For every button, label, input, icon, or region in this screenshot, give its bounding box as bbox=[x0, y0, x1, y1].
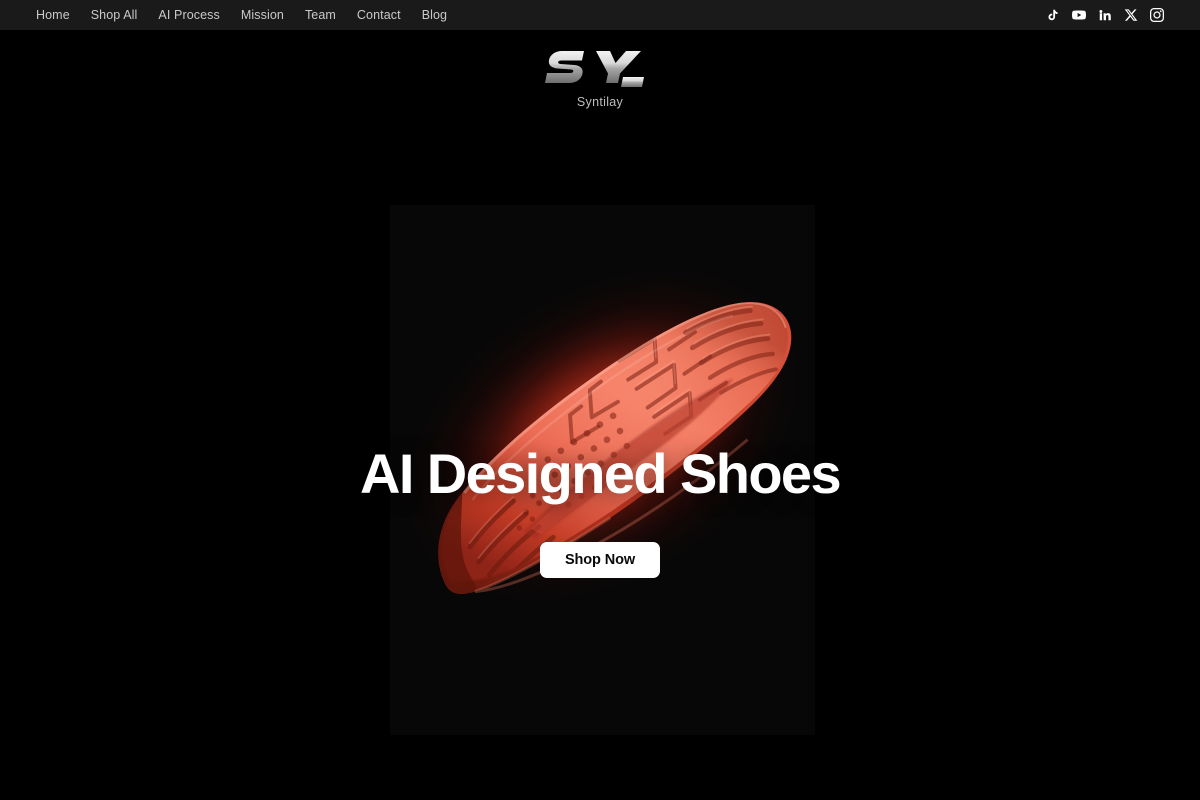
nav-item-blog[interactable]: Blog bbox=[422, 9, 447, 22]
brand-name-label: Syntilay bbox=[576, 95, 624, 109]
top-navigation-bar: Home Shop All AI Process Mission Team Co… bbox=[0, 0, 1200, 30]
linkedin-icon[interactable] bbox=[1097, 8, 1112, 23]
nav-item-home[interactable]: Home bbox=[36, 9, 70, 22]
nav-item-team[interactable]: Team bbox=[305, 9, 336, 22]
x-twitter-icon[interactable] bbox=[1123, 8, 1138, 23]
hero-cta-row: Shop Now bbox=[0, 542, 1200, 578]
hero-headline: AI Designed Shoes bbox=[359, 442, 842, 505]
shop-now-button[interactable]: Shop Now bbox=[539, 542, 661, 578]
nav-item-mission[interactable]: Mission bbox=[241, 9, 284, 22]
nav-item-contact[interactable]: Contact bbox=[357, 9, 401, 22]
social-links bbox=[1045, 8, 1164, 23]
youtube-icon[interactable] bbox=[1071, 8, 1086, 23]
page-root: Home Shop All AI Process Mission Team Co… bbox=[0, 0, 1200, 800]
tiktok-icon[interactable] bbox=[1045, 8, 1060, 23]
nav-item-shop-all[interactable]: Shop All bbox=[91, 9, 138, 22]
syntilay-logo-icon[interactable] bbox=[544, 44, 656, 90]
main-nav: Home Shop All AI Process Mission Team Co… bbox=[36, 9, 447, 22]
brand-block[interactable]: Syntilay bbox=[0, 44, 1200, 109]
instagram-icon[interactable] bbox=[1149, 8, 1164, 23]
nav-item-ai-process[interactable]: AI Process bbox=[158, 9, 219, 22]
